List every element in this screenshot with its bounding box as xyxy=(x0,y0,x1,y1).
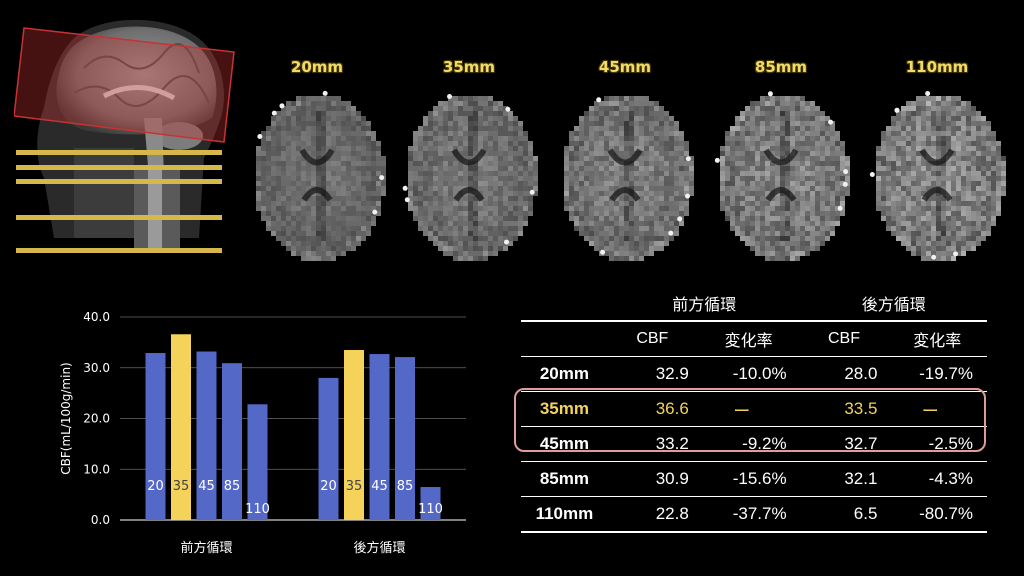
axial-brain-image xyxy=(394,80,544,270)
group-header-posterior: 後方循環 xyxy=(800,286,987,322)
sagittal-localizer-image xyxy=(14,8,236,260)
bar-label: 85 xyxy=(397,479,414,494)
posterior-cbf-cell: 6.5 xyxy=(800,496,888,533)
axial-slice-20mm: 20mm xyxy=(242,58,392,270)
table-row: 20mm 32.9 -10.0% 28.0 -19.7% xyxy=(521,356,987,392)
anterior-cbf-cell: 30.9 xyxy=(607,461,697,497)
x-category-label: 前方循環 xyxy=(180,540,232,556)
sub-header: CBF xyxy=(607,321,697,357)
bar xyxy=(222,363,242,520)
bar-label: 110 xyxy=(245,502,270,517)
slice-label: 45mm xyxy=(598,58,652,76)
row-label: 110mm xyxy=(521,496,608,533)
anterior-change-cell: -10.0% xyxy=(696,356,801,392)
sub-header: CBF xyxy=(800,321,888,357)
posterior-cbf-cell: 32.1 xyxy=(800,461,888,497)
bar xyxy=(369,354,390,520)
cbf-bar-chart: 0.0 10.0 20.0 30.0 40.0 CBF(mL/100g/min) 20 35 4… xyxy=(59,310,466,556)
sub-header: 変化率 xyxy=(887,321,987,357)
axial-slice-35mm: 35mm xyxy=(394,58,544,270)
highlight-box xyxy=(514,388,986,452)
slice-label: 85mm xyxy=(754,58,808,76)
bar xyxy=(344,349,364,520)
bar xyxy=(318,377,339,520)
bar-label: 45 xyxy=(371,479,388,494)
axial-brain-image xyxy=(242,80,392,270)
posterior-change-cell: -19.7% xyxy=(887,356,987,392)
table-row: 85mm 30.9 -15.6% 32.1 -4.3% xyxy=(521,461,987,497)
axial-slice-45mm: 45mm xyxy=(550,58,700,270)
table-sub-header-row: CBF 変化率 CBF 変化率 xyxy=(521,321,987,357)
axial-brain-image xyxy=(550,80,700,270)
y-tick-label: 10.0 xyxy=(83,462,110,476)
axial-slice-110mm: 110mm xyxy=(862,58,1012,270)
bar-label: 35 xyxy=(173,479,190,494)
anterior-cbf-cell: 32.9 xyxy=(607,356,697,392)
x-category-label: 後方循環 xyxy=(353,540,405,556)
axial-slice-85mm: 85mm xyxy=(706,58,856,270)
slice-label: 20mm xyxy=(290,58,344,76)
axial-brain-image xyxy=(862,80,1012,270)
y-tick-label: 0.0 xyxy=(91,513,110,527)
y-tick-label: 20.0 xyxy=(83,412,110,426)
sub-header: 変化率 xyxy=(696,321,801,357)
y-tick-label: 40.0 xyxy=(83,310,110,324)
bar xyxy=(196,351,217,520)
table-group-header-row: 前方循環 後方循環 xyxy=(521,286,987,322)
anterior-cbf-cell: 22.8 xyxy=(607,496,697,533)
slice-label: 110mm xyxy=(905,58,969,76)
table-row: 110mm 22.8 -37.7% 6.5 -80.7% xyxy=(521,496,987,533)
bar-label: 45 xyxy=(198,479,215,494)
anterior-change-cell: -37.7% xyxy=(696,496,801,533)
slice-label: 35mm xyxy=(442,58,496,76)
bar-label: 35 xyxy=(346,479,363,494)
bar-label: 85 xyxy=(224,479,241,494)
posterior-change-cell: -4.3% xyxy=(887,461,987,497)
posterior-change-cell: -80.7% xyxy=(887,496,987,533)
bar xyxy=(395,357,415,520)
row-label: 20mm xyxy=(521,356,608,392)
posterior-cbf-cell: 28.0 xyxy=(800,356,888,392)
bar-label: 20 xyxy=(320,479,337,494)
bar-label: 110 xyxy=(418,502,443,517)
row-label: 85mm xyxy=(521,461,608,497)
axial-brain-image xyxy=(706,80,856,270)
bar-label: 20 xyxy=(147,479,164,494)
y-tick-label: 30.0 xyxy=(83,361,110,375)
group-header-anterior: 前方循環 xyxy=(607,286,801,322)
anterior-change-cell: -15.6% xyxy=(696,461,801,497)
y-axis-label: CBF(mL/100g/min) xyxy=(59,362,73,475)
bar xyxy=(145,353,166,520)
